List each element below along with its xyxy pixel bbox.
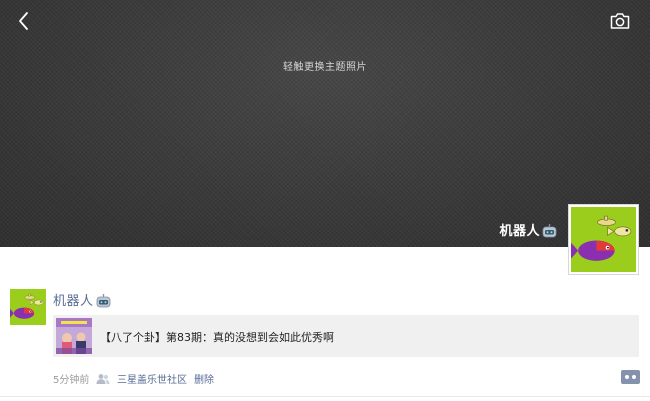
robot-icon bbox=[96, 294, 111, 312]
people-icon[interactable] bbox=[96, 370, 110, 384]
moment-author-name[interactable]: 机器人 bbox=[53, 294, 94, 309]
moment-author-row[interactable]: 机器人 bbox=[53, 290, 111, 312]
camera-icon[interactable] bbox=[609, 11, 631, 31]
robot-icon bbox=[542, 224, 557, 242]
back-icon[interactable] bbox=[14, 10, 36, 32]
profile-name[interactable]: 机器人 bbox=[499, 224, 540, 239]
delete-button[interactable]: 删除 bbox=[194, 371, 214, 386]
link-thumbnail bbox=[56, 318, 92, 354]
cover-photo[interactable]: 轻触更换主题照片 机器人 bbox=[0, 0, 650, 247]
moment-author-avatar[interactable] bbox=[10, 289, 46, 325]
link-title: 【八了个卦】第83期：真的没想到会如此优秀啊 bbox=[100, 331, 334, 344]
post-location[interactable]: 三星盖乐世社区 bbox=[117, 371, 187, 386]
comment-dots-icon[interactable] bbox=[621, 370, 640, 384]
post-time: 5分钟前 bbox=[53, 375, 90, 386]
shared-link-card[interactable]: 【八了个卦】第83期：真的没想到会如此优秀啊 bbox=[53, 315, 639, 357]
profile-name-row[interactable]: 机器人 bbox=[499, 220, 557, 242]
divider bbox=[0, 396, 650, 397]
cover-hint-text[interactable]: 轻触更换主题照片 bbox=[0, 58, 650, 73]
comment-dot bbox=[625, 375, 629, 379]
profile-avatar[interactable] bbox=[569, 205, 638, 274]
comment-dot bbox=[632, 375, 636, 379]
